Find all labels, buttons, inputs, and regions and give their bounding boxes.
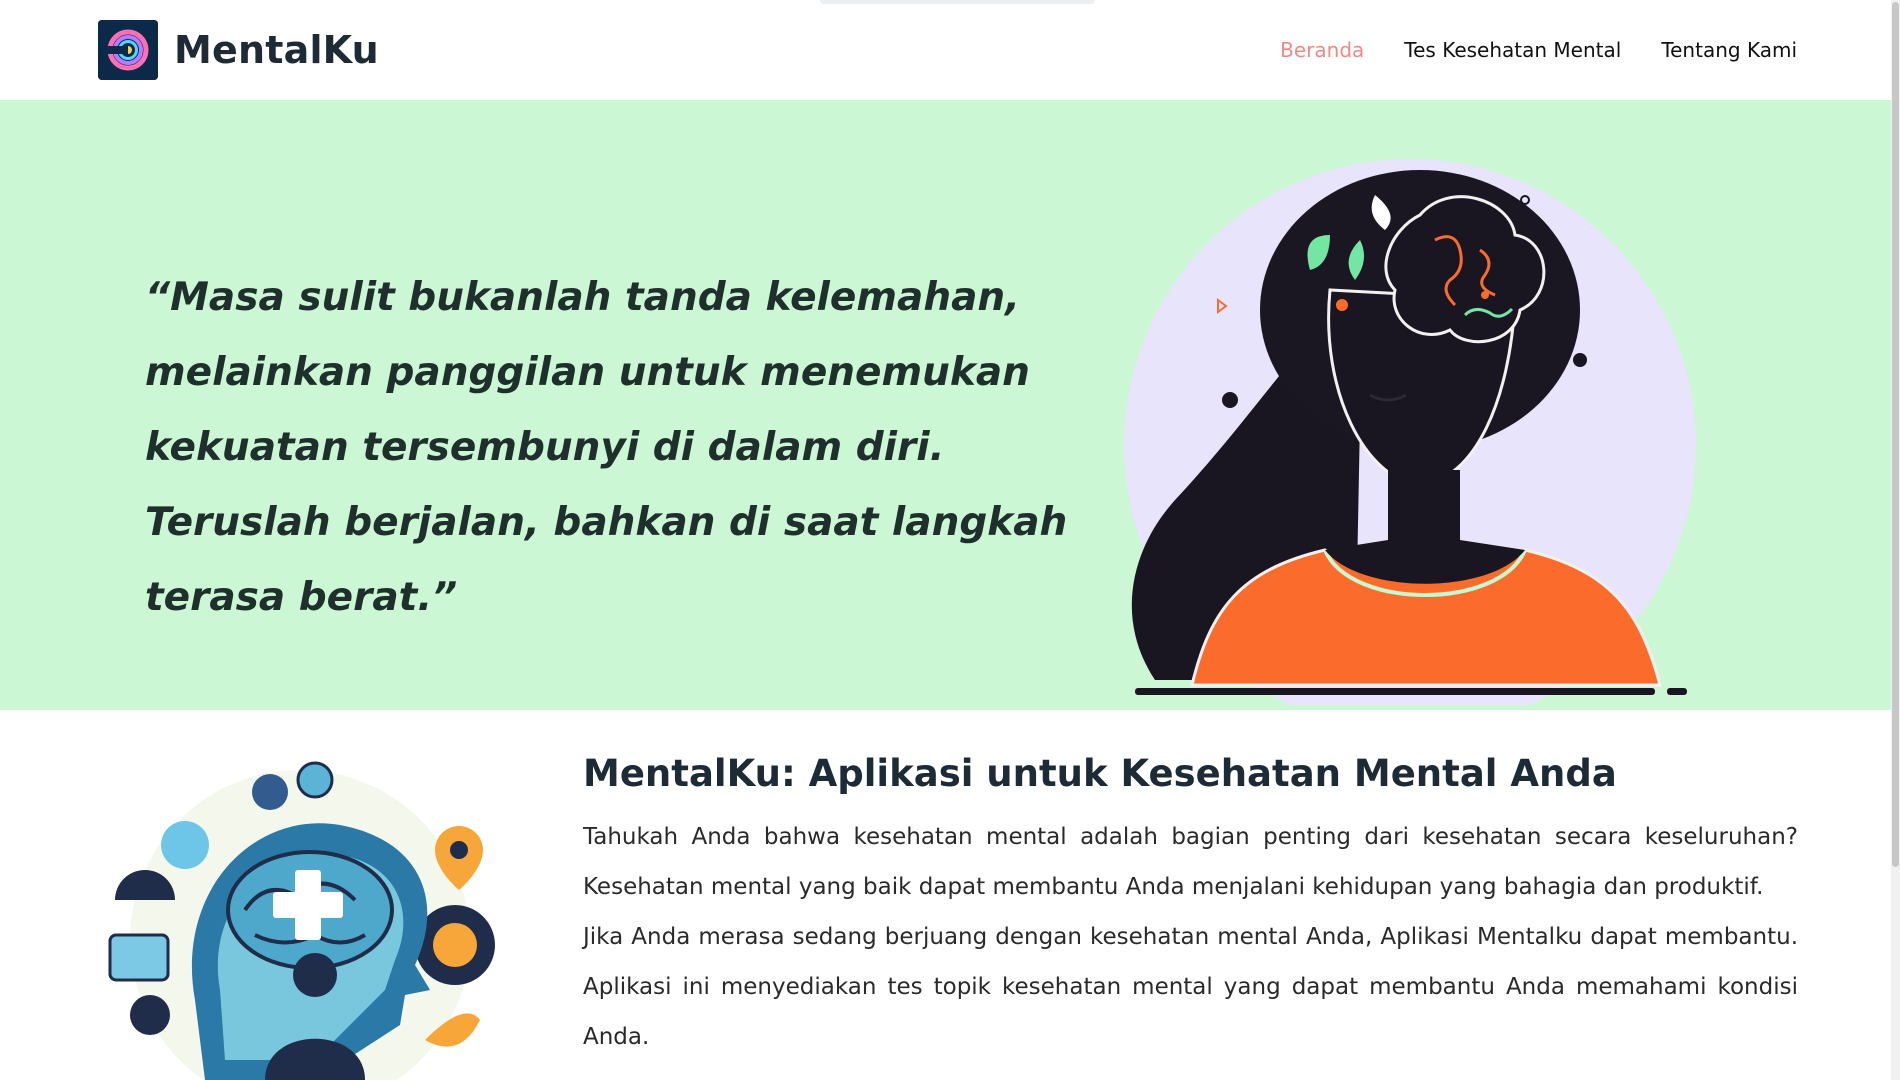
site-header: MentalKu Beranda Tes Kesehatan Mental Te… — [0, 0, 1900, 100]
hero-section: “Masa sulit bukanlah tanda kelemahan, me… — [0, 100, 1900, 731]
intro-paragraph-2: Jika Anda merasa sedang berjuang dengan … — [583, 924, 1798, 1050]
scrollbar-thumb[interactable] — [1892, 2, 1899, 867]
woman-mind-illustration — [1120, 140, 1700, 731]
nav-beranda[interactable]: Beranda — [1280, 38, 1364, 62]
page: MentalKu Beranda Tes Kesehatan Mental Te… — [0, 0, 1900, 1080]
intro-title: MentalKu: Aplikasi untuk Kesehatan Menta… — [583, 752, 1617, 795]
nav-tes-kesehatan-mental[interactable]: Tes Kesehatan Mental — [1404, 38, 1621, 62]
top-tab-indicator — [820, 0, 1095, 4]
brand-logo-icon[interactable] — [98, 20, 158, 80]
brand-name[interactable]: MentalKu — [174, 28, 379, 72]
head-health-illustration — [95, 750, 505, 1080]
hero-quote: “Masa sulit bukanlah tanda kelemahan, me… — [145, 275, 1068, 620]
nav-tentang-kami[interactable]: Tentang Kami — [1661, 38, 1797, 62]
intro-text: Tahukah Anda bahwa kesehatan mental adal… — [583, 812, 1798, 1062]
main-nav: Beranda Tes Kesehatan Mental Tentang Kam… — [1280, 38, 1797, 62]
intro-paragraph-1: Tahukah Anda bahwa kesehatan mental adal… — [583, 824, 1798, 900]
page-scrollbar[interactable] — [1891, 0, 1900, 1080]
